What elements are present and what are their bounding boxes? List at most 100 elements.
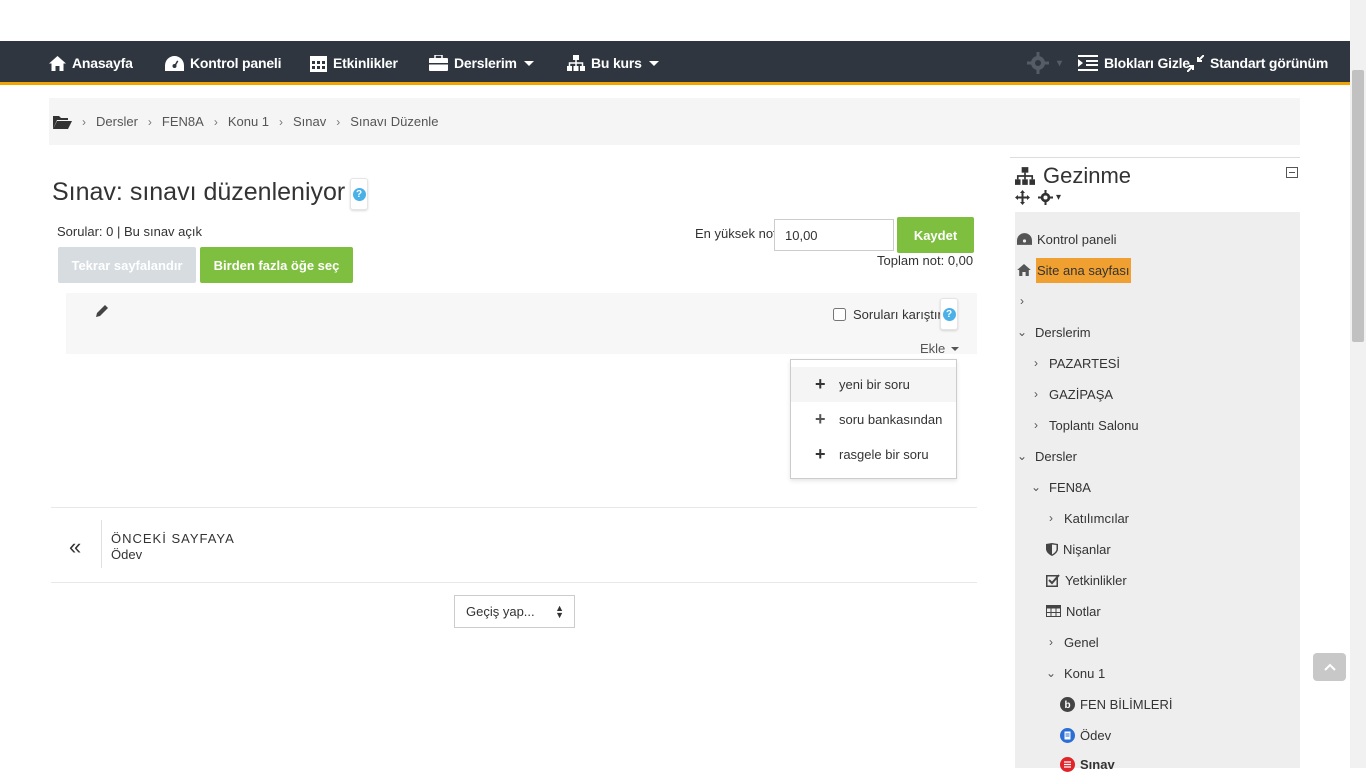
breadcrumb-item[interactable]: Sınav (293, 114, 326, 129)
gear-icon[interactable] (1038, 190, 1053, 205)
nav-mycourses[interactable]: Derslerim (429, 41, 534, 85)
nav-item-label: Site ana sayfası (1036, 257, 1131, 283)
nav-grades[interactable]: Notlar (1046, 597, 1101, 625)
max-grade-input[interactable] (774, 219, 894, 251)
chevron-down-icon: ▾ (1056, 192, 1062, 203)
hide-blocks-button[interactable]: Blokları Gizle (1078, 41, 1190, 85)
settings-menu[interactable]: ▾ (1027, 41, 1062, 85)
nav-competencies[interactable]: Yetkinlikler (1046, 566, 1127, 594)
breadcrumb-item[interactable]: Sınavı Düzenle (350, 114, 438, 129)
nav-item-label: FEN BİLİMLERİ (1080, 696, 1173, 712)
breadcrumb-item[interactable]: Konu 1 (228, 114, 269, 129)
select-multiple-button[interactable]: Birden fazla öğe seç (200, 247, 353, 283)
chevron-down-icon (648, 60, 659, 66)
nav-events[interactable]: Etkinlikler (310, 41, 398, 85)
nav-site-home-item[interactable]: Site ana sayfası (1017, 256, 1131, 284)
breadcrumb-separator-icon: › (213, 114, 218, 129)
nav-mycourses-item[interactable]: ⌄ Derslerim (1017, 318, 1091, 346)
gear-icon (1027, 52, 1049, 74)
nav-sinav[interactable]: Sınav (1060, 750, 1115, 778)
nav-general[interactable]: › Genel (1046, 628, 1099, 656)
chevron-down-icon: ⌄ (1031, 480, 1042, 494)
checkbox-icon (1046, 573, 1060, 587)
previous-activity-link[interactable]: « ÖNCEKİ SAYFAYA Ödev (51, 520, 351, 568)
nav-participants[interactable]: › Katılımcılar (1046, 504, 1129, 532)
nav-course-toplanti[interactable]: › Toplantı Salonu (1031, 411, 1139, 439)
questions-info: Sorular: 0 | Bu sınav açık (57, 224, 202, 239)
briefcase-icon (429, 55, 448, 71)
nav-collapsed-item[interactable]: › (1017, 287, 1035, 315)
divider (51, 507, 977, 508)
breadcrumb-separator-icon: › (147, 114, 152, 129)
breadcrumb-item[interactable]: Dersler (96, 114, 138, 129)
nav-home[interactable]: Anasayfa (49, 41, 133, 85)
chevron-right-icon: › (1034, 418, 1038, 432)
quiz-section (66, 293, 977, 354)
shuffle-checkbox[interactable] (833, 308, 846, 321)
nav-dashboard-item[interactable]: Kontrol paneli (1017, 225, 1117, 253)
nav-item-label: GAZİPAŞA (1049, 386, 1114, 402)
nav-item-label: Katılımcılar (1064, 510, 1130, 526)
nav-item-label: Nişanlar (1063, 541, 1111, 557)
nav-fen-bilimleri[interactable]: b FEN BİLİMLERİ (1060, 690, 1172, 718)
add-menu-toggle[interactable]: Ekle (920, 341, 960, 356)
pencil-icon[interactable] (96, 304, 109, 317)
add-new-question[interactable]: + yeni bir soru (791, 367, 956, 402)
add-menu-dropdown: + yeni bir soru + soru bankasından + ras… (790, 359, 957, 479)
breadcrumb-separator-icon: › (336, 114, 341, 129)
shuffle-label: Soruları karıştır (853, 307, 942, 322)
folder-open-icon[interactable] (53, 115, 72, 129)
navbar: Anasayfa Kontrol paneli Etkinlikler Ders… (0, 41, 1350, 85)
shuffle-help-button[interactable]: ? (940, 298, 958, 330)
standard-view-button[interactable]: Standart görünüm (1187, 41, 1328, 85)
scrollbar-thumb[interactable] (1352, 70, 1364, 342)
table-icon (1046, 605, 1061, 617)
standard-view-label: Standart görünüm (1210, 55, 1329, 71)
add-from-bank[interactable]: + soru bankasından (791, 402, 956, 437)
breadcrumb-item[interactable]: FEN8A (162, 114, 204, 129)
help-button[interactable]: ? (350, 178, 368, 210)
nav-item-label: Ödev (1080, 727, 1112, 743)
chevron-down-icon: ⌄ (1046, 666, 1057, 680)
breadcrumb-separator-icon: › (82, 114, 86, 129)
plus-icon: + (815, 374, 826, 394)
nav-badges[interactable]: Nişanlar (1046, 535, 1111, 563)
save-button[interactable]: Kaydet (897, 217, 974, 253)
divider (101, 520, 102, 568)
nav-thiscourse-label: Bu kurs (591, 55, 642, 71)
home-icon (49, 55, 66, 71)
nav-item-label: PAZARTESİ (1049, 355, 1121, 371)
double-chevron-left-icon: « (69, 534, 82, 559)
dashboard-icon (165, 55, 184, 71)
nav-events-label: Etkinlikler (333, 55, 398, 71)
nav-konu1[interactable]: ⌄ Konu 1 (1046, 659, 1105, 687)
navigation-block-title: Gezinme (1015, 163, 1131, 189)
divider (51, 582, 977, 583)
nav-course-gazipasa[interactable]: › GAZİPAŞA (1031, 380, 1113, 408)
previous-activity-name: Ödev (111, 547, 143, 562)
assignment-icon (1060, 727, 1075, 743)
collapse-block-icon[interactable] (1286, 167, 1298, 178)
move-icon[interactable] (1015, 190, 1030, 205)
nav-home-label: Anasayfa (72, 55, 133, 71)
back-to-top-button[interactable] (1313, 653, 1346, 681)
jump-to-select[interactable]: Geçiş yap... ▲ ▼ (454, 595, 575, 628)
top-strip (0, 0, 1350, 41)
nav-odev[interactable]: Ödev (1060, 721, 1111, 749)
add-label: Ekle (920, 341, 946, 356)
add-random-question[interactable]: + rasgele bir soru (791, 437, 956, 472)
nav-course-fen8a[interactable]: ⌄ FEN8A (1031, 473, 1091, 501)
bigbluebutton-icon: b (1060, 696, 1075, 712)
previous-label: ÖNCEKİ SAYFAYA (111, 531, 235, 546)
home-icon (1017, 264, 1031, 276)
chevron-down-icon (951, 346, 960, 351)
chevron-right-icon: › (1034, 356, 1038, 370)
nav-mycourses-label: Derslerim (454, 55, 517, 71)
nav-dersler-item[interactable]: ⌄ Dersler (1017, 442, 1077, 470)
nav-dashboard[interactable]: Kontrol paneli (165, 41, 282, 85)
chevron-right-icon: › (1034, 387, 1038, 401)
nav-item-label: Dersler (1035, 448, 1077, 464)
nav-thiscourse[interactable]: Bu kurs (567, 41, 659, 85)
nav-course-pazartesi[interactable]: › PAZARTESİ (1031, 349, 1120, 377)
help-icon: ? (942, 307, 956, 321)
